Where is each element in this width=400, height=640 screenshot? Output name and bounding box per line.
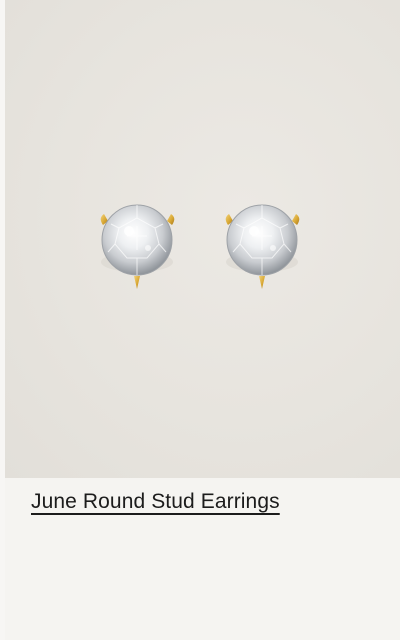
earrings-illustration — [100, 204, 300, 289]
earring-left-icon — [100, 204, 175, 289]
product-card[interactable]: June Round Stud Earrings — [0, 0, 400, 640]
product-title-link[interactable]: June Round Stud Earrings — [31, 490, 280, 514]
product-image[interactable] — [5, 0, 400, 478]
earring-right-icon — [225, 204, 300, 289]
